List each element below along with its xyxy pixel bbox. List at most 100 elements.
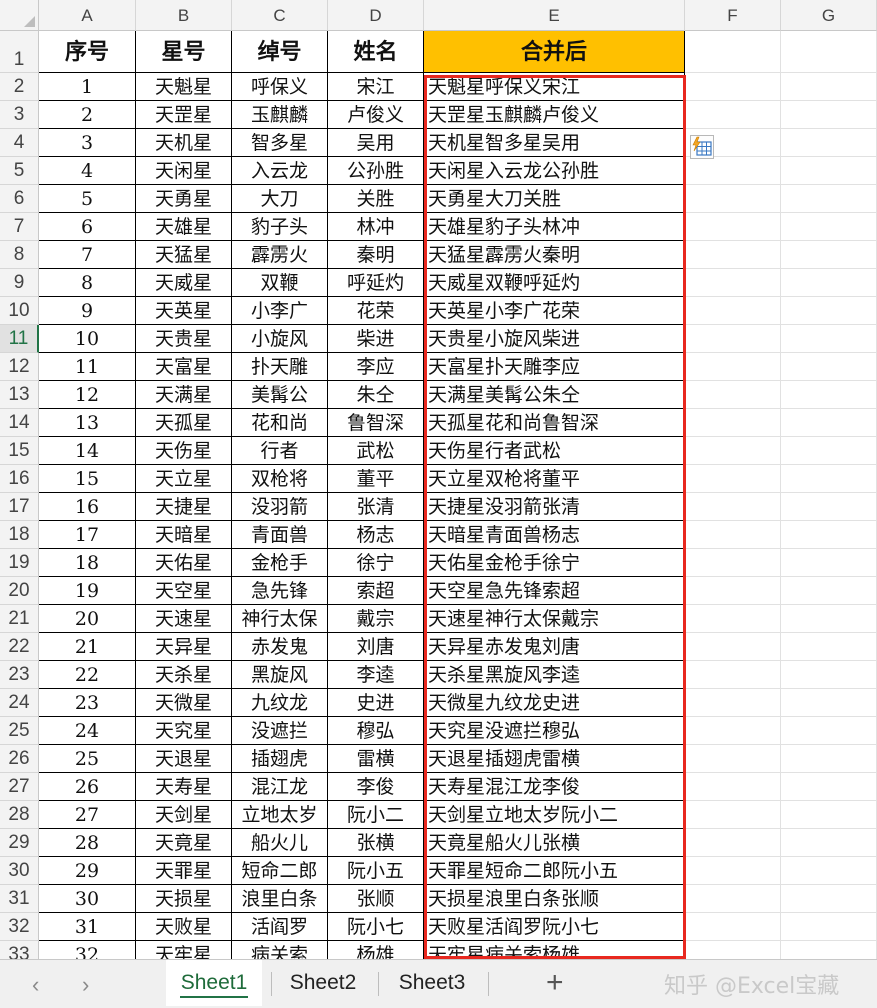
cell-merged[interactable]: 天退星插翅虎雷横 — [424, 745, 685, 773]
empty-cell[interactable] — [781, 465, 877, 493]
row-header[interactable]: 14 — [0, 409, 39, 437]
cell-merged[interactable]: 天速星神行太保戴宗 — [424, 605, 685, 633]
cell-nickname[interactable]: 浪里白条 — [232, 885, 328, 913]
cell-merged[interactable]: 天立星双枪将董平 — [424, 465, 685, 493]
cell-star[interactable]: 天罡星 — [136, 101, 232, 129]
empty-cell[interactable] — [685, 437, 781, 465]
cell-merged[interactable]: 天剑星立地太岁阮小二 — [424, 801, 685, 829]
cell-star[interactable]: 天富星 — [136, 353, 232, 381]
cell-merged[interactable]: 天英星小李广花荣 — [424, 297, 685, 325]
header-cell-star[interactable]: 星号 — [136, 31, 232, 73]
empty-cell[interactable] — [781, 633, 877, 661]
cell-star[interactable]: 天暗星 — [136, 521, 232, 549]
cell-seq[interactable]: 6 — [39, 213, 136, 241]
row-header[interactable]: 8 — [0, 241, 39, 269]
cell-merged[interactable]: 天罪星短命二郎阮小五 — [424, 857, 685, 885]
empty-cell[interactable] — [685, 941, 781, 959]
header-cell-merged[interactable]: 合并后 — [424, 31, 685, 73]
empty-cell[interactable] — [685, 745, 781, 773]
cell-star[interactable]: 天贵星 — [136, 325, 232, 353]
empty-cell[interactable] — [781, 885, 877, 913]
empty-cell[interactable] — [781, 241, 877, 269]
cell-star[interactable]: 天英星 — [136, 297, 232, 325]
row-header[interactable]: 4 — [0, 129, 39, 157]
cell-name[interactable]: 关胜 — [328, 185, 424, 213]
cell-merged[interactable]: 天损星浪里白条张顺 — [424, 885, 685, 913]
cell-nickname[interactable]: 花和尚 — [232, 409, 328, 437]
cell-seq[interactable]: 23 — [39, 689, 136, 717]
row-header[interactable]: 33 — [0, 941, 39, 959]
cell-seq[interactable]: 4 — [39, 157, 136, 185]
empty-cell[interactable] — [685, 577, 781, 605]
cell-name[interactable]: 张横 — [328, 829, 424, 857]
empty-cell[interactable] — [781, 213, 877, 241]
cell-merged[interactable]: 天孤星花和尚鲁智深 — [424, 409, 685, 437]
empty-cell[interactable] — [685, 689, 781, 717]
cell-name[interactable]: 秦明 — [328, 241, 424, 269]
cell-nickname[interactable]: 没羽箭 — [232, 493, 328, 521]
cell-star[interactable]: 天满星 — [136, 381, 232, 409]
cell-nickname[interactable]: 没遮拦 — [232, 717, 328, 745]
empty-cell[interactable] — [685, 549, 781, 577]
empty-cell[interactable] — [781, 605, 877, 633]
cell-seq[interactable]: 14 — [39, 437, 136, 465]
cell-seq[interactable]: 29 — [39, 857, 136, 885]
cell-merged[interactable]: 天究星没遮拦穆弘 — [424, 717, 685, 745]
cell-star[interactable]: 天速星 — [136, 605, 232, 633]
cell-name[interactable]: 徐宁 — [328, 549, 424, 577]
empty-cell[interactable] — [685, 801, 781, 829]
cell-nickname[interactable]: 小旋风 — [232, 325, 328, 353]
cell-star[interactable]: 天闲星 — [136, 157, 232, 185]
row-header[interactable]: 16 — [0, 465, 39, 493]
cell-seq[interactable]: 30 — [39, 885, 136, 913]
cell-nickname[interactable]: 插翅虎 — [232, 745, 328, 773]
cell-seq[interactable]: 20 — [39, 605, 136, 633]
column-header-b[interactable]: B — [136, 0, 232, 31]
cell-nickname[interactable]: 神行太保 — [232, 605, 328, 633]
empty-cell[interactable] — [685, 773, 781, 801]
cell-name[interactable]: 阮小二 — [328, 801, 424, 829]
cell-merged[interactable]: 天微星九纹龙史进 — [424, 689, 685, 717]
cell-star[interactable]: 天损星 — [136, 885, 232, 913]
empty-cell[interactable] — [685, 353, 781, 381]
row-header[interactable]: 22 — [0, 633, 39, 661]
empty-cell[interactable] — [685, 185, 781, 213]
column-header-f[interactable]: F — [685, 0, 781, 31]
empty-cell[interactable] — [685, 73, 781, 101]
cell-name[interactable]: 李俊 — [328, 773, 424, 801]
cell-merged[interactable]: 天寿星混江龙李俊 — [424, 773, 685, 801]
cell-merged[interactable]: 天罡星玉麒麟卢俊义 — [424, 101, 685, 129]
cell-merged[interactable]: 天空星急先锋索超 — [424, 577, 685, 605]
cell-merged[interactable]: 天伤星行者武松 — [424, 437, 685, 465]
empty-cell[interactable] — [685, 297, 781, 325]
cell-merged[interactable]: 天富星扑天雕李应 — [424, 353, 685, 381]
cell-name[interactable]: 穆弘 — [328, 717, 424, 745]
cell-name[interactable]: 索超 — [328, 577, 424, 605]
empty-cell[interactable] — [685, 829, 781, 857]
cell-merged[interactable]: 天佑星金枪手徐宁 — [424, 549, 685, 577]
cell-nickname[interactable]: 玉麒麟 — [232, 101, 328, 129]
row-header[interactable]: 12 — [0, 353, 39, 381]
cell-nickname[interactable]: 呼保义 — [232, 73, 328, 101]
row-header[interactable]: 21 — [0, 605, 39, 633]
empty-cell[interactable] — [781, 129, 877, 157]
cell-name[interactable]: 张顺 — [328, 885, 424, 913]
empty-cell[interactable] — [781, 269, 877, 297]
prev-sheet-button[interactable]: ‹ — [32, 972, 39, 998]
cell-seq[interactable]: 13 — [39, 409, 136, 437]
empty-cell[interactable] — [685, 101, 781, 129]
empty-cell[interactable] — [781, 801, 877, 829]
cell-nickname[interactable]: 船火儿 — [232, 829, 328, 857]
cell-star[interactable]: 天勇星 — [136, 185, 232, 213]
empty-cell[interactable] — [685, 241, 781, 269]
empty-cell[interactable] — [685, 381, 781, 409]
header-cell-name[interactable]: 姓名 — [328, 31, 424, 73]
empty-cell[interactable] — [685, 409, 781, 437]
cell-seq[interactable]: 26 — [39, 773, 136, 801]
cell-name[interactable]: 阮小五 — [328, 857, 424, 885]
cell-seq[interactable]: 22 — [39, 661, 136, 689]
cell-nickname[interactable]: 急先锋 — [232, 577, 328, 605]
cell-star[interactable]: 天孤星 — [136, 409, 232, 437]
cell-name[interactable]: 吴用 — [328, 129, 424, 157]
empty-cell[interactable] — [685, 269, 781, 297]
